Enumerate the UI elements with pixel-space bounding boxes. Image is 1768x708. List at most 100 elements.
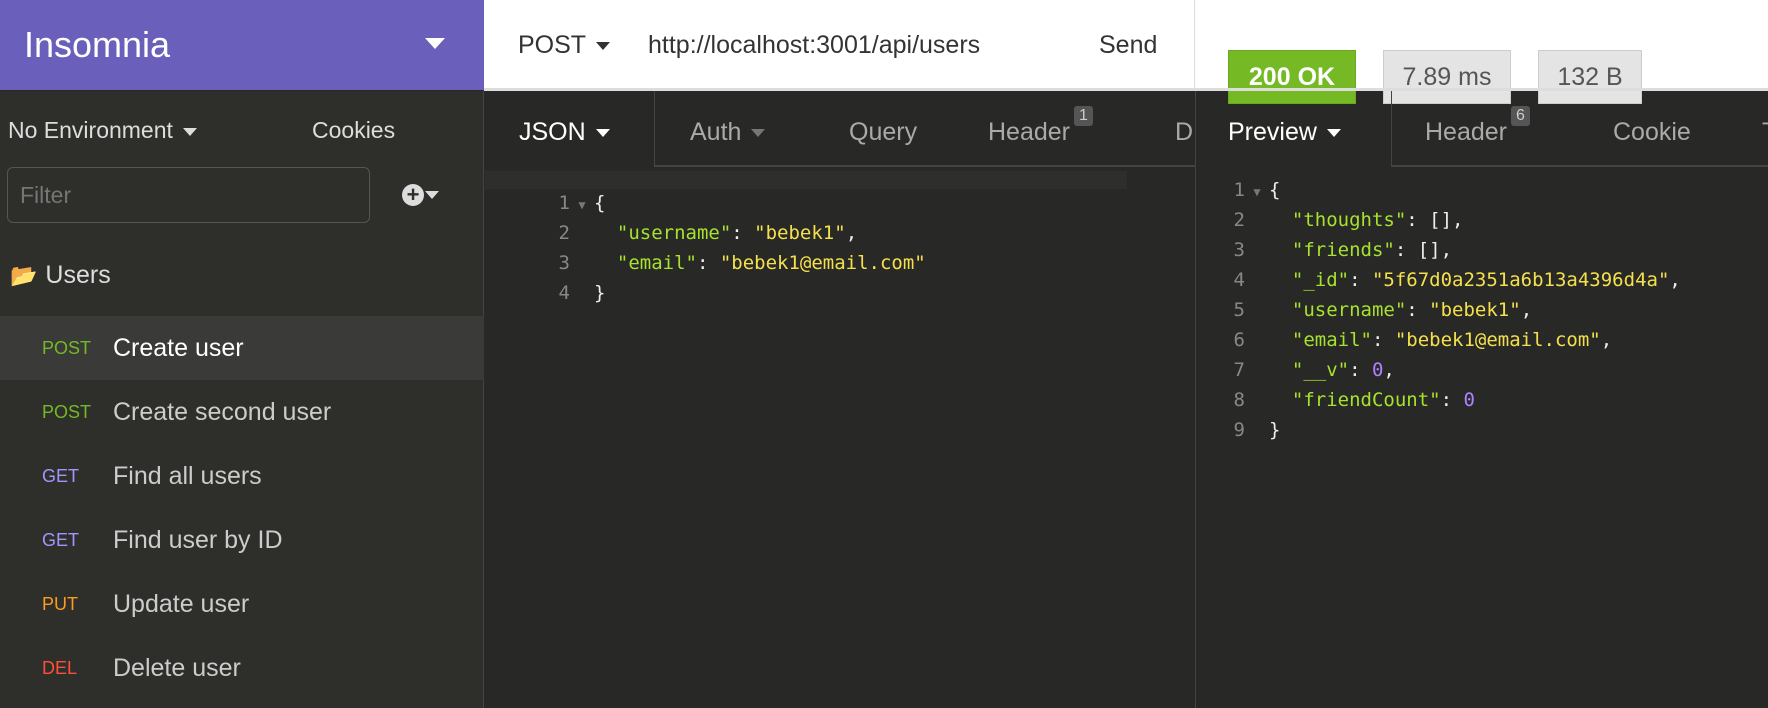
code-token: { (594, 192, 606, 214)
code-token: "username" (1269, 299, 1407, 321)
tab-header[interactable]: Header1 (988, 106, 1093, 147)
code-token: , (1383, 359, 1395, 381)
code-line: 1 ▼{ (540, 188, 606, 220)
code-line: 1 ▼{ (1225, 175, 1281, 207)
code-token: } (594, 282, 606, 304)
tab-docs[interactable]: D (1175, 118, 1193, 147)
chevron-down-icon (596, 42, 611, 51)
code-token: "friendCount" (1269, 389, 1441, 411)
tab-preview[interactable]: Preview (1196, 91, 1392, 167)
tab-cookie[interactable]: Cookie (1613, 118, 1691, 147)
request-item[interactable]: PUT Update user (0, 572, 484, 636)
code-line: 5 "username": "bebek1", (1225, 295, 1533, 325)
code-token: "__v" (1269, 359, 1350, 381)
code-line: 7 "__v": 0, (1225, 355, 1395, 385)
fold-arrow-icon[interactable]: ▼ (570, 190, 594, 220)
divider (1392, 165, 1768, 167)
filter-input[interactable] (7, 167, 370, 223)
send-button[interactable]: Send (1099, 31, 1157, 60)
request-label: Update user (113, 589, 250, 618)
url-input[interactable]: http://localhost:3001/api/users (648, 31, 980, 60)
line-number: 9 (1233, 419, 1245, 441)
code-line: 3 "email": "bebek1@email.com" (540, 248, 926, 278)
code-token: "email" (594, 252, 697, 274)
environment-select[interactable]: No Environment (8, 117, 197, 144)
request-label: Create user (113, 333, 244, 362)
request-item[interactable]: GET Find all users (0, 444, 484, 508)
code-line: 6 "email": "bebek1@email.com", (1225, 325, 1613, 355)
request-label: Find user by ID (113, 525, 283, 554)
method-label: POST (518, 31, 587, 59)
tab-json[interactable]: JSON (485, 91, 655, 167)
code-line: 2 "thoughts": [], (1225, 205, 1464, 235)
sidebar: No Environment Cookies + 📂 Users POST Cre… (0, 91, 484, 708)
folder-users[interactable]: 📂 Users (10, 261, 111, 290)
method-tag: GET (42, 529, 80, 550)
code-line: 8 "friendCount": 0 (1225, 385, 1475, 415)
fold-arrow-icon[interactable]: ▼ (1245, 177, 1269, 207)
tab-auth[interactable]: Auth (690, 118, 766, 147)
code-token: "_id" (1269, 269, 1350, 291)
request-item[interactable]: GET Find user by ID (0, 508, 484, 572)
tab-label: Auth (690, 118, 742, 146)
pane-divider[interactable] (1195, 91, 1196, 708)
code-token: , (1669, 269, 1681, 291)
add-icon[interactable]: + (402, 184, 424, 206)
workspace-menu[interactable]: Insomnia (0, 0, 484, 90)
code-token: : (1440, 389, 1464, 411)
code-token: : [], (1406, 209, 1464, 231)
line-number: 1 (1233, 179, 1245, 201)
code-token: : (1349, 359, 1372, 381)
request-tabs: JSON Auth Query Header1 D (485, 91, 1195, 189)
line-number: 2 (558, 222, 570, 244)
code-token: : (1349, 269, 1372, 291)
request-item[interactable]: POST Create second user (0, 380, 484, 444)
line-number: 3 (558, 252, 570, 274)
code-line: 3 "friends": [], (1225, 235, 1453, 265)
scrollbar[interactable] (485, 171, 1127, 189)
code-token: { (1269, 179, 1281, 201)
line-number: 4 (1233, 269, 1245, 291)
code-token: "5f67d0a2351a6b13a4396d4a" (1371, 269, 1670, 291)
code-token: "thoughts" (1269, 209, 1407, 231)
code-token: } (1269, 419, 1281, 441)
count-badge: 1 (1074, 106, 1093, 126)
request-label: Find all users (113, 461, 262, 490)
tab-label: Header (988, 118, 1070, 146)
code-line: 4} (540, 278, 606, 308)
code-token: "friends" (1269, 239, 1395, 261)
method-tag: DEL (42, 657, 78, 678)
code-line: 9} (1225, 415, 1281, 445)
code-token: 0 (1463, 389, 1475, 411)
code-token: , (1520, 299, 1533, 321)
chevron-down-icon (751, 129, 766, 138)
chevron-down-icon (182, 127, 197, 136)
request-label: Create second user (113, 397, 332, 426)
method-tag: PUT (42, 593, 78, 614)
tab-response-header[interactable]: Header6 (1425, 106, 1530, 147)
chevron-down-icon (425, 38, 445, 49)
line-number: 4 (558, 282, 570, 304)
method-tag: POST (42, 401, 92, 422)
code-token: 0 (1371, 359, 1384, 381)
code-token: "bebek1@email.com" (1394, 329, 1601, 351)
cookies-button[interactable]: Cookies (312, 117, 395, 144)
url-bar: POST http://localhost:3001/api/users Sen… (484, 0, 1195, 90)
line-number: 1 (558, 192, 570, 214)
chevron-down-icon[interactable] (425, 191, 439, 199)
response-tabs: Preview Header6 Cookie T (1196, 91, 1768, 167)
tab-query[interactable]: Query (849, 118, 917, 147)
tab-label: Preview (1228, 118, 1317, 146)
method-select[interactable]: POST (518, 31, 611, 60)
tab-timeline[interactable]: T (1762, 118, 1768, 147)
line-number: 7 (1233, 359, 1245, 381)
chevron-down-icon (595, 129, 610, 138)
request-item[interactable]: POST Create user (0, 316, 484, 380)
request-item[interactable]: DEL Delete user (0, 636, 484, 700)
code-token: , (845, 222, 858, 244)
line-number: 2 (1233, 209, 1245, 231)
code-token: "email" (1269, 329, 1372, 351)
count-badge: 6 (1511, 106, 1530, 126)
line-number: 5 (1233, 299, 1245, 321)
folder-label: Users (45, 261, 111, 289)
